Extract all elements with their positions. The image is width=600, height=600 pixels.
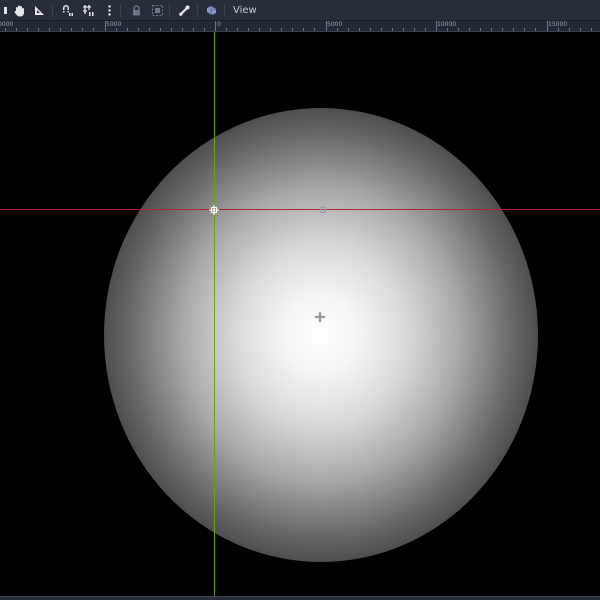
- ruler-minor-tick: [469, 28, 470, 31]
- light-position-cross-icon[interactable]: [314, 311, 326, 323]
- ruler-minor-tick: [60, 28, 61, 31]
- ruler-minor-tick: [359, 28, 360, 31]
- ruler-major-tick: [105, 21, 106, 31]
- toolbar-separator: [224, 4, 225, 17]
- ruler-minor-tick: [5, 28, 6, 31]
- ruler-label: 5000: [327, 21, 343, 28]
- ruler-minor-tick: [591, 28, 592, 31]
- ruler-minor-tick: [292, 28, 293, 31]
- ruler-minor-tick: [337, 28, 338, 31]
- toolbar-separator: [52, 4, 53, 17]
- ruler-label: 0: [217, 21, 221, 28]
- toolbar-separator: [197, 4, 198, 17]
- lock-selected-button[interactable]: [128, 2, 144, 18]
- ruler-minor-tick: [149, 28, 150, 31]
- ruler-minor-tick: [491, 28, 492, 31]
- ruler-minor-tick: [49, 28, 50, 31]
- ruler-minor-tick: [237, 28, 238, 31]
- camera-override-button[interactable]: [203, 2, 219, 18]
- ruler-minor-tick: [458, 28, 459, 31]
- ruler-minor-tick: [27, 28, 28, 31]
- view-menu[interactable]: View: [229, 0, 261, 21]
- ruler-major-tick: [547, 21, 548, 31]
- toolbar-separator: [120, 4, 121, 17]
- ruler-minor-tick: [16, 28, 17, 31]
- ruler-minor-tick: [403, 28, 404, 31]
- ruler-minor-tick: [71, 28, 72, 31]
- more-vertical-icon: [107, 4, 111, 16]
- group-icon: [151, 4, 163, 16]
- ruler-minor-tick: [558, 28, 559, 31]
- ruler-minor-tick: [447, 28, 448, 31]
- ruler-major-tick: [436, 21, 437, 31]
- ruler-minor-tick: [414, 28, 415, 31]
- x-axis-line: [0, 209, 600, 210]
- ruler-minor-tick: [303, 28, 304, 31]
- ruler-minor-tick: [82, 28, 83, 31]
- bone-icon: [178, 5, 189, 16]
- ruler-minor-tick: [204, 28, 205, 31]
- ruler-minor-tick: [182, 28, 183, 31]
- group-selected-button[interactable]: [149, 2, 165, 18]
- ruler-minor-tick: [138, 28, 139, 31]
- ruler-minor-tick: [580, 28, 581, 31]
- ruler-minor-tick: [116, 28, 117, 31]
- pan-tool-button[interactable]: [11, 2, 27, 18]
- ruler-minor-tick: [281, 28, 282, 31]
- ruler-minor-tick: [569, 28, 570, 31]
- ruler-minor-tick: [93, 28, 94, 31]
- point-light-glow: [104, 108, 538, 562]
- origin-handle[interactable]: [209, 205, 219, 215]
- ruler-tool-button[interactable]: [31, 2, 47, 18]
- select-mode-button[interactable]: [0, 2, 10, 18]
- ruler-minor-tick: [38, 28, 39, 31]
- ruler-minor-tick: [270, 28, 271, 31]
- ruler-minor-tick: [524, 28, 525, 31]
- ruler-minor-tick: [160, 28, 161, 31]
- ruler-minor-tick: [425, 28, 426, 31]
- ruler-minor-tick: [480, 28, 481, 31]
- smart-snap-toggle[interactable]: [59, 2, 75, 18]
- ruler-minor-tick: [513, 28, 514, 31]
- ruler-major-tick: [326, 21, 327, 31]
- canvas-viewport[interactable]: [0, 32, 600, 596]
- ruler-minor-tick: [248, 28, 249, 31]
- ruler-minor-tick: [226, 28, 227, 31]
- camera-icon: [206, 5, 216, 15]
- bottom-panel-edge: [0, 596, 600, 600]
- magnet-snap-icon: [62, 4, 73, 16]
- lock-icon: [132, 4, 140, 15]
- canvas-toolbar: View: [0, 0, 600, 21]
- hand-icon: [13, 5, 24, 16]
- ruler-minor-tick: [127, 28, 128, 31]
- ruler-minor-tick: [370, 28, 371, 31]
- y-axis-line: [214, 32, 215, 596]
- ruler-minor-tick: [502, 28, 503, 31]
- ruler-minor-tick: [193, 28, 194, 31]
- ruler-minor-tick: [535, 28, 536, 31]
- ruler-minor-tick: [314, 28, 315, 31]
- pivot-handle[interactable]: [319, 206, 327, 214]
- cursor-icon: [3, 6, 7, 14]
- ruler-minor-tick: [171, 28, 172, 31]
- ruler-minor-tick: [392, 28, 393, 31]
- ruler-minor-tick: [381, 28, 382, 31]
- skeleton-options-button[interactable]: [176, 2, 192, 18]
- ruler-icon: [34, 5, 44, 15]
- grid-snap-icon: [82, 4, 93, 16]
- ruler-major-tick: [215, 21, 216, 31]
- toolbar-separator: [169, 4, 170, 17]
- ruler-minor-tick: [259, 28, 260, 31]
- snap-options-menu[interactable]: [101, 2, 117, 18]
- grid-snap-toggle[interactable]: [80, 2, 96, 18]
- horizontal-ruler[interactable]: 0000 5000 0 5000 10000 15000: [0, 21, 600, 32]
- ruler-label: 0000: [0, 21, 14, 28]
- ruler-minor-tick: [348, 28, 349, 31]
- ruler-label: 5000: [106, 21, 122, 28]
